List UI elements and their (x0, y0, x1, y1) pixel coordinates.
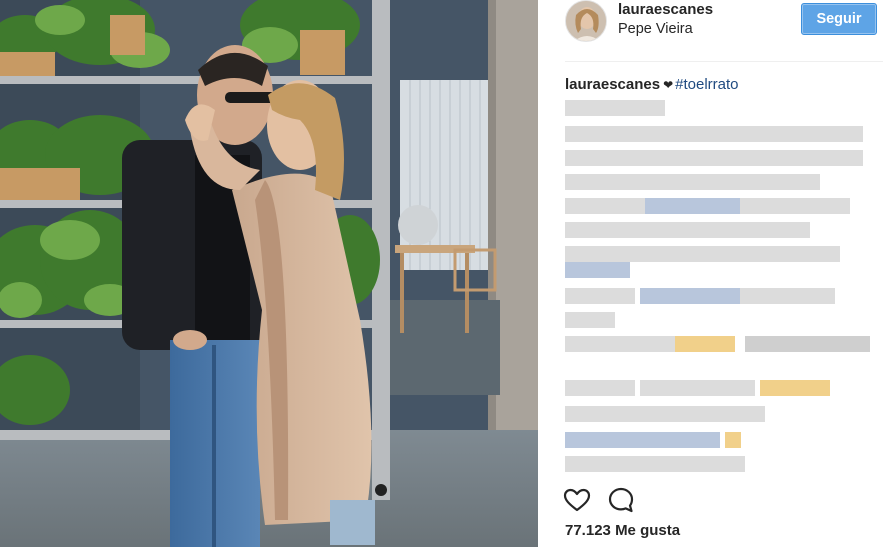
comment-bubble-icon (608, 487, 634, 513)
header-divider (565, 61, 883, 62)
post-photo[interactable] (0, 0, 538, 547)
heart-outline-icon (563, 488, 591, 512)
caption-hashtag[interactable]: #toelrrato (675, 76, 738, 93)
blurred-comments (565, 98, 883, 478)
like-button[interactable] (562, 485, 592, 515)
pixelated-comments-image (565, 100, 870, 472)
comment-button[interactable] (606, 485, 636, 515)
caption-first-line: lauraescanes ❤ #toelrrato (565, 76, 739, 93)
likes-label: Me gusta (615, 522, 681, 539)
caption-username[interactable]: lauraescanes (565, 76, 660, 93)
post-side-panel: lauraescanes Pepe Vieira Seguir lauraesc… (538, 0, 895, 547)
post-header: lauraescanes Pepe Vieira Seguir (538, 0, 895, 62)
avatar-image (566, 1, 606, 41)
photo-couple-kissing-image (0, 0, 538, 547)
post-location[interactable]: Pepe Vieira (618, 21, 693, 37)
follow-button[interactable]: Seguir (801, 3, 877, 35)
post-username[interactable]: lauraescanes (618, 1, 713, 18)
avatar[interactable] (565, 0, 607, 42)
likes-count[interactable]: 77.123 Me gusta (565, 522, 680, 539)
heart-emoji-icon: ❤ (663, 78, 674, 92)
likes-number: 77.123 (565, 522, 611, 539)
